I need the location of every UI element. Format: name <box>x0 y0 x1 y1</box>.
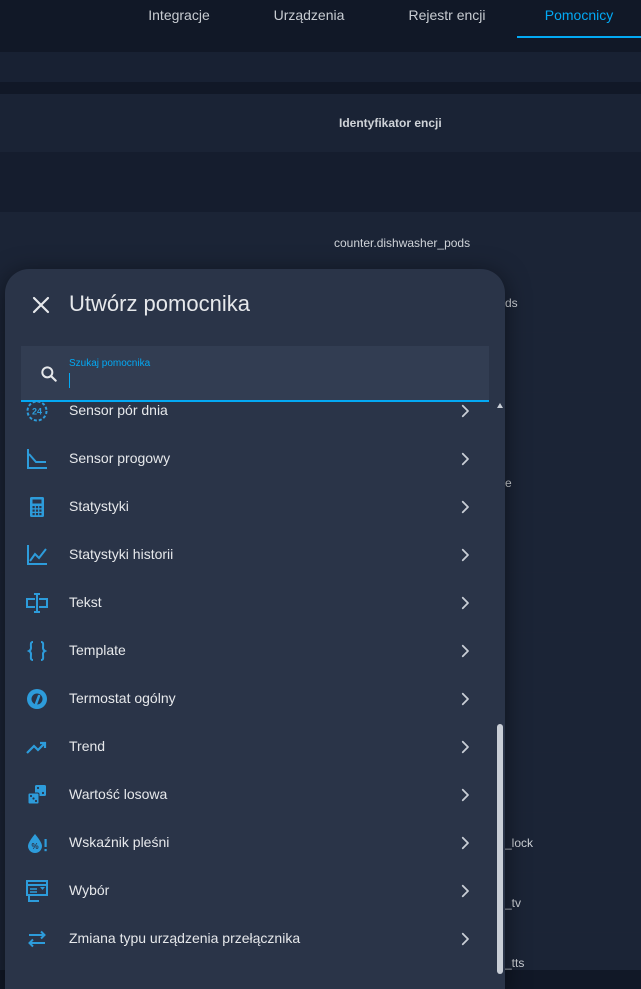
top-tab-bar: Integracje Urządzenia Rejestr encji Pomo… <box>0 0 641 38</box>
tab-pomocnicy[interactable]: Pomocnicy <box>517 0 641 38</box>
search-label: Szukaj pomocnika <box>69 358 151 369</box>
list-item-wybor[interactable]: Wybór <box>5 867 493 915</box>
list-item-label: Sensor progowy <box>69 450 171 466</box>
list-item-termostat-ogolny[interactable]: Termostat ogólny <box>5 675 493 723</box>
tab-urzadzenia[interactable]: Urządzenia <box>248 0 370 38</box>
threshold-icon <box>27 449 47 469</box>
svg-text:%: % <box>31 842 38 851</box>
chevron-right-icon <box>461 932 469 946</box>
table-row[interactable]: _tts <box>505 956 524 970</box>
chevron-right-icon <box>461 452 469 466</box>
list-item-zmiana-typu[interactable]: Zmiana typu urządzenia przełącznika <box>5 915 493 963</box>
chevron-right-icon <box>461 884 469 898</box>
chevron-right-icon <box>461 740 469 754</box>
trending-up-icon <box>26 741 47 754</box>
list-item-wartosc-losowa[interactable]: Wartość losowa <box>5 771 493 819</box>
clock-24-icon: 24 <box>26 400 48 422</box>
scrollbar-thumb[interactable] <box>497 724 503 974</box>
list-item-label: Trend <box>69 738 106 754</box>
list-item-template[interactable]: Template <box>5 627 493 675</box>
list-item-label: Wybór <box>69 882 110 898</box>
list-item-label: Tekst <box>69 594 102 610</box>
close-button[interactable] <box>29 293 53 317</box>
code-braces-icon <box>26 641 48 661</box>
chevron-right-icon <box>461 548 469 562</box>
table-row[interactable]: e <box>505 476 512 490</box>
text-caret <box>69 373 70 388</box>
close-icon <box>32 296 50 314</box>
table-row[interactable]: ds <box>505 296 518 310</box>
table-row[interactable]: _tv <box>505 896 521 910</box>
dialog-title: Utwórz pomocnika <box>69 291 250 316</box>
dice-icon <box>27 785 46 805</box>
chevron-right-icon <box>461 692 469 706</box>
table-row[interactable]: counter.dishwasher_pods <box>334 236 470 250</box>
chevron-right-icon <box>461 596 469 610</box>
chevron-right-icon <box>461 644 469 658</box>
list-item-statystyki-historii[interactable]: Statystyki historii <box>5 531 493 579</box>
list-item-label: Template <box>69 642 126 658</box>
list-item-label: Zmiana typu urządzenia przełącznika <box>69 930 301 946</box>
scroll-up-arrow[interactable] <box>497 403 503 408</box>
list-item-label: Termostat ogólny <box>69 690 176 706</box>
chevron-right-icon <box>461 404 469 418</box>
chevron-right-icon <box>461 788 469 802</box>
chevron-right-icon <box>461 500 469 514</box>
table-toolbar <box>0 52 641 82</box>
tab-integracje[interactable]: Integracje <box>120 0 238 38</box>
tab-rejestr-encji[interactable]: Rejestr encji <box>380 0 514 38</box>
list-item-label: Wskaźnik pleśni <box>69 834 170 850</box>
list-item-label: Sensor pór dnia <box>69 402 168 418</box>
thermostat-icon <box>27 689 47 709</box>
column-header-entity-id: Identyfikator encji <box>339 116 442 130</box>
svg-text:24: 24 <box>32 407 42 417</box>
create-helper-dialog: Utwórz pomocnika Szukaj pomocnika 24 Sen… <box>5 269 505 989</box>
text-field-icon <box>26 593 48 613</box>
list-item-sensor-por-dnia[interactable]: 24 Sensor pór dnia <box>5 387 493 435</box>
water-percent-alert-icon: % <box>28 834 47 853</box>
table-header: Identyfikator encji <box>0 94 641 152</box>
dialog-header: Utwórz pomocnika <box>5 269 505 341</box>
active-tab-indicator <box>517 36 641 38</box>
list-item-sensor-progowy[interactable]: Sensor progowy <box>5 435 493 483</box>
list-item-label: Statystyki <box>69 498 129 514</box>
search-icon <box>41 366 57 382</box>
chart-line-icon <box>27 545 47 565</box>
chevron-right-icon <box>461 836 469 850</box>
form-dropdown-icon <box>26 880 48 902</box>
calculator-icon <box>30 497 44 517</box>
list-item-label: Wartość losowa <box>69 786 168 802</box>
list-item-trend[interactable]: Trend <box>5 723 493 771</box>
list-item-label: Statystyki historii <box>69 546 174 562</box>
swap-horizontal-icon <box>28 930 46 948</box>
list-item-statystyki[interactable]: Statystyki <box>5 483 493 531</box>
list-item-tekst[interactable]: Tekst <box>5 579 493 627</box>
list-item-wskaznik-plesni[interactable]: % Wskaźnik pleśni <box>5 819 493 867</box>
table-group-row <box>0 152 641 212</box>
table-row[interactable]: _lock <box>505 836 533 850</box>
